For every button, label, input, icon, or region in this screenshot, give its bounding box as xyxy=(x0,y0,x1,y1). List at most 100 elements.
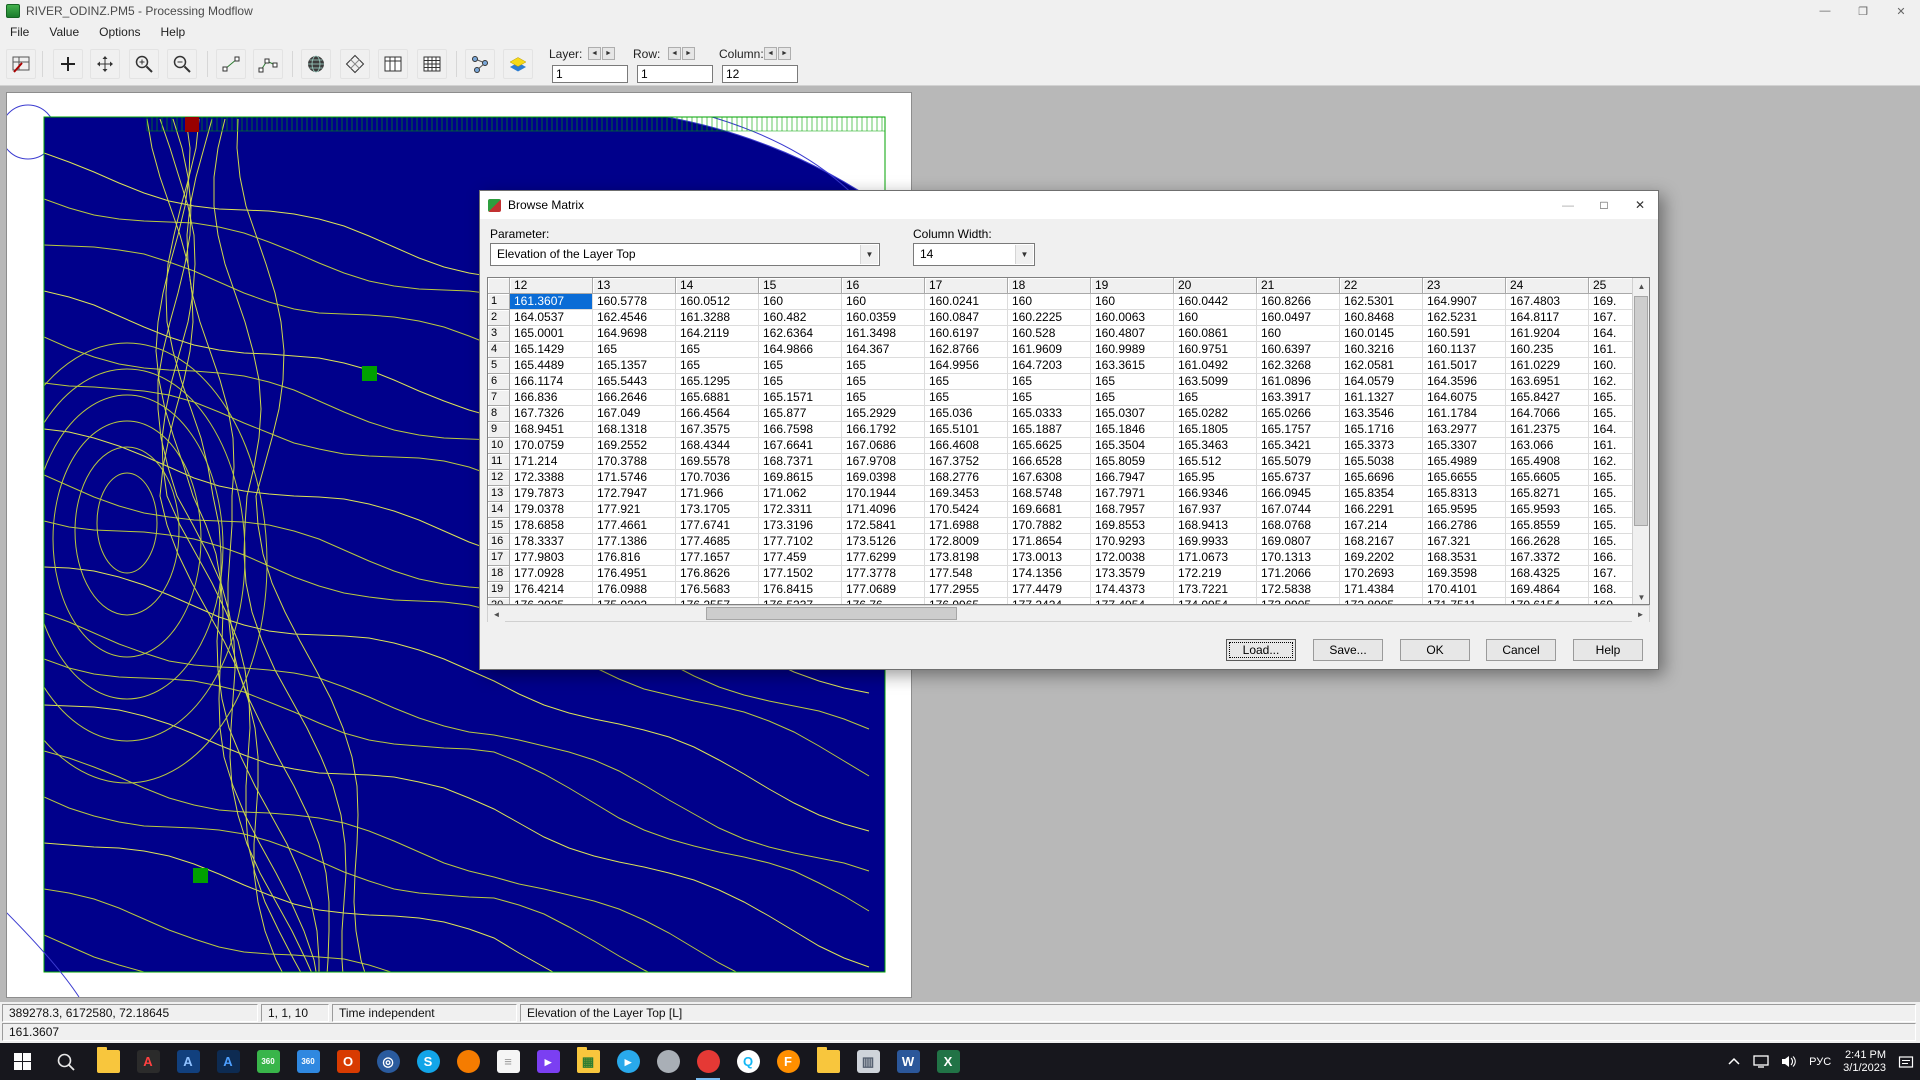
grid-cell[interactable]: 167.3372 xyxy=(1506,550,1589,566)
taskbar-item-system-tool[interactable]: ▥ xyxy=(848,1043,888,1080)
grid-cell[interactable]: 172.5841 xyxy=(842,518,925,534)
grid-cell[interactable]: 178.6858 xyxy=(510,518,593,534)
grid-row-header[interactable]: 11 xyxy=(488,454,510,470)
diamond-grid-button[interactable] xyxy=(340,49,370,79)
grid-cell[interactable]: 163.3615 xyxy=(1091,358,1174,374)
grid-cell[interactable]: 164.6075 xyxy=(1423,390,1506,406)
column-width-select[interactable]: 14 ▼ xyxy=(913,243,1035,266)
grid-cell[interactable]: 165.1757 xyxy=(1257,422,1340,438)
grid-position-tool-button[interactable] xyxy=(6,49,36,79)
grid-cell[interactable]: 173.1705 xyxy=(676,502,759,518)
hscroll-thumb[interactable] xyxy=(706,607,957,620)
grid-cell[interactable]: 165 xyxy=(593,342,676,358)
grid-cell[interactable]: 166.836 xyxy=(510,390,593,406)
grid-col-header[interactable]: 15 xyxy=(759,278,842,294)
grid-cell[interactable]: 165 xyxy=(925,390,1008,406)
globe-grid-button[interactable] xyxy=(301,49,331,79)
layers-button[interactable] xyxy=(503,49,533,79)
grid-cell[interactable]: 162. xyxy=(1589,454,1634,470)
grid-cell[interactable]: 177.4954 xyxy=(1091,598,1174,604)
vertex-edit-button[interactable] xyxy=(216,49,246,79)
grid-cell[interactable]: 161. xyxy=(1589,438,1634,454)
grid-cell[interactable]: 163.3917 xyxy=(1257,390,1340,406)
grid-cell[interactable]: 170.1944 xyxy=(842,486,925,502)
taskbar-item-media-player[interactable]: ▸ xyxy=(528,1043,568,1080)
network-icon[interactable] xyxy=(1753,1055,1769,1068)
load-button[interactable]: Load... xyxy=(1226,639,1296,661)
pan-tool-button[interactable] xyxy=(90,49,120,79)
taskbar-item-file-explorer[interactable] xyxy=(88,1043,128,1080)
grid-cell[interactable]: 165.4989 xyxy=(1423,454,1506,470)
grid-cell[interactable]: 170.1313 xyxy=(1257,550,1340,566)
grid-cell[interactable]: 165.5101 xyxy=(925,422,1008,438)
grid-row-header[interactable]: 20 xyxy=(488,598,510,604)
grid-cell[interactable]: 165.3307 xyxy=(1423,438,1506,454)
grid-cell[interactable]: 172.3388 xyxy=(510,470,593,486)
grid-row-header[interactable]: 9 xyxy=(488,422,510,438)
grid-row-header[interactable]: 12 xyxy=(488,470,510,486)
grid-cell[interactable]: 164.9907 xyxy=(1423,294,1506,310)
scroll-left-icon[interactable]: ◄ xyxy=(488,606,505,623)
grid-cell[interactable]: 165.6625 xyxy=(1008,438,1091,454)
grid-cell[interactable]: 179.0378 xyxy=(510,502,593,518)
grid-cell[interactable]: 165.1295 xyxy=(676,374,759,390)
grid-cell[interactable]: 170.4101 xyxy=(1423,582,1506,598)
add-tool-button[interactable] xyxy=(53,49,83,79)
grid-cell[interactable]: 169.6681 xyxy=(1008,502,1091,518)
grid-cell[interactable]: 165.3421 xyxy=(1257,438,1340,454)
grid-cell[interactable]: 165.3504 xyxy=(1091,438,1174,454)
grid-cell[interactable]: 177.6299 xyxy=(842,550,925,566)
row-prev-button[interactable]: ◄ xyxy=(668,47,681,60)
grid-cell[interactable]: 161.2375 xyxy=(1506,422,1589,438)
grid-cell[interactable]: 167.4803 xyxy=(1506,294,1589,310)
grid-cell[interactable]: 171.966 xyxy=(676,486,759,502)
grid-row-header[interactable]: 13 xyxy=(488,486,510,502)
taskbar-item-notepad[interactable]: ≡ xyxy=(488,1043,528,1080)
grid-cell[interactable]: 164.0579 xyxy=(1340,374,1423,390)
grid-cell[interactable]: 165. xyxy=(1589,470,1634,486)
grid-cell[interactable]: 160.482 xyxy=(759,310,842,326)
grid-row-header[interactable]: 18 xyxy=(488,566,510,582)
grid-cell[interactable]: 166.4564 xyxy=(676,406,759,422)
grid-cell[interactable]: 170.9293 xyxy=(1091,534,1174,550)
grid-cell[interactable]: 161.3288 xyxy=(676,310,759,326)
menu-file[interactable]: File xyxy=(0,23,39,41)
clock[interactable]: 2:41 PM 3/1/2023 xyxy=(1843,1049,1886,1075)
grid-cell[interactable]: 164.9956 xyxy=(925,358,1008,374)
grid-cell[interactable]: 177.2955 xyxy=(925,582,1008,598)
grid-cell[interactable]: 165.8427 xyxy=(1506,390,1589,406)
grid-cell[interactable]: 163.2977 xyxy=(1423,422,1506,438)
zoom-in-button[interactable] xyxy=(129,49,159,79)
grid-cell[interactable]: 160.4807 xyxy=(1091,326,1174,342)
grid-cell[interactable]: 161.3498 xyxy=(842,326,925,342)
chevron-down-icon[interactable]: ▼ xyxy=(1015,245,1033,264)
volume-icon[interactable] xyxy=(1781,1055,1797,1068)
grid-col-header[interactable]: 24 xyxy=(1506,278,1589,294)
row-next-button[interactable]: ► xyxy=(682,47,695,60)
grid-row-header[interactable]: 1 xyxy=(488,294,510,310)
grid-cell[interactable]: 160.2225 xyxy=(1008,310,1091,326)
grid-cell[interactable]: 162.0581 xyxy=(1340,358,1423,374)
grid-cell[interactable]: 168.0768 xyxy=(1257,518,1340,534)
grid-cell[interactable]: 169.3598 xyxy=(1423,566,1506,582)
grid-cell[interactable]: 165.6696 xyxy=(1340,470,1423,486)
scroll-down-icon[interactable]: ▼ xyxy=(1633,589,1649,604)
grid-cell[interactable]: 162.5301 xyxy=(1340,294,1423,310)
menu-help[interactable]: Help xyxy=(151,23,196,41)
grid-cell[interactable]: 166.4608 xyxy=(925,438,1008,454)
grid-cell[interactable]: 161.9609 xyxy=(1008,342,1091,358)
grid-columns-button[interactable] xyxy=(378,49,408,79)
grid-cell[interactable]: 176.8626 xyxy=(676,566,759,582)
grid-cell[interactable]: 161.3607 xyxy=(510,294,593,310)
grid-cell[interactable]: 166.9346 xyxy=(1174,486,1257,502)
help-button[interactable]: Help xyxy=(1573,639,1643,661)
grid-cell[interactable]: 165.4908 xyxy=(1506,454,1589,470)
grid-row-header[interactable]: 7 xyxy=(488,390,510,406)
grid-cell[interactable]: 160.6197 xyxy=(925,326,1008,342)
grid-cell[interactable]: 169.8615 xyxy=(759,470,842,486)
grid-cell[interactable]: 174.1356 xyxy=(1008,566,1091,582)
grid-cell[interactable]: 167.3575 xyxy=(676,422,759,438)
taskbar-item-telegram[interactable]: ▸ xyxy=(608,1043,648,1080)
grid-cell[interactable]: 166.7598 xyxy=(759,422,842,438)
grid-cell[interactable]: 164.8117 xyxy=(1506,310,1589,326)
